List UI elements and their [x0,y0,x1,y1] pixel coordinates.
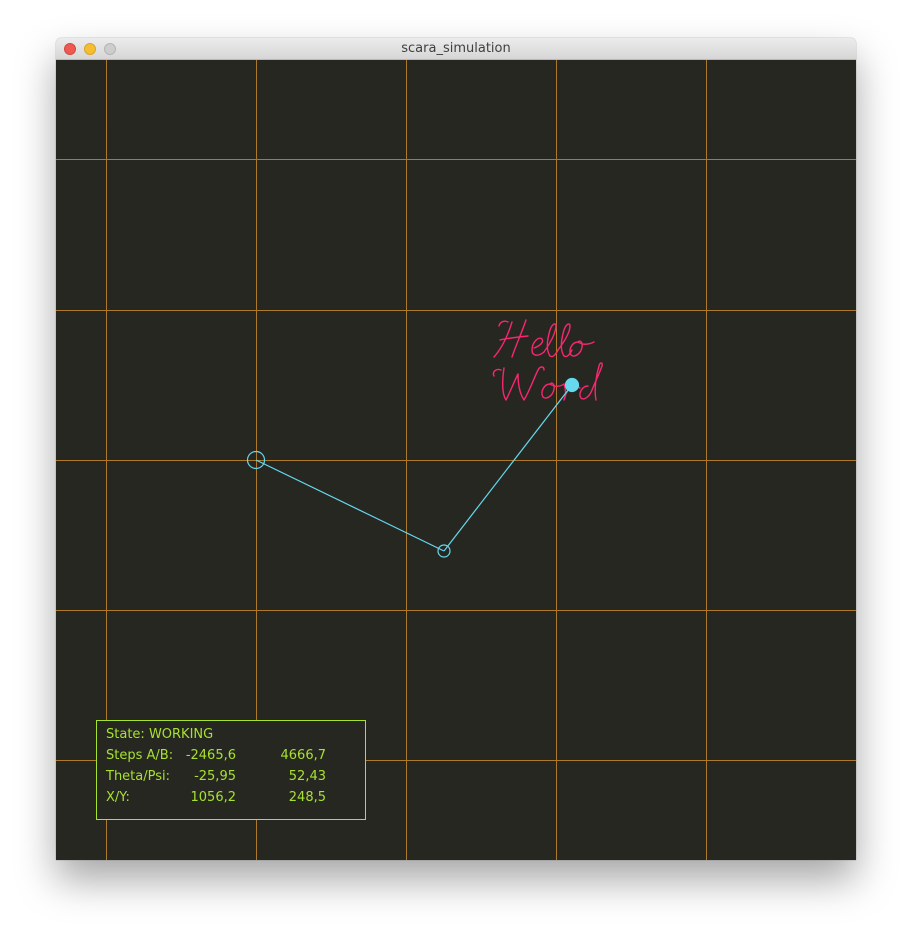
scara-arm [246,377,580,558]
state-row: State: WORKING [106,727,213,745]
simulation-canvas[interactable]: State: WORKING Steps A/B: -2465,6 4666,7… [56,60,856,860]
steps-label: Steps A/B: [106,748,174,763]
app-window: scara_simulation State: WORKING Steps A/… [56,38,856,860]
x-value: 1056,2 [190,790,237,805]
status-panel: State: WORKING Steps A/B: -2465,6 4666,7… [96,720,366,820]
y-value: 248,5 [288,790,326,805]
drawn-letter-h [493,319,529,358]
state-label: State: [106,727,149,742]
drawn-text [492,319,603,401]
pen-tip [564,377,580,393]
drawn-letter-o [569,340,595,357]
window-title: scara_simulation [401,41,511,56]
psi-value: 52,43 [288,769,326,784]
steps-a-value: -2465,6 [185,748,236,763]
drawn-letter-d [579,362,603,401]
xy-label: X/Y: [106,790,130,805]
angles-label: Theta/Psi: [106,769,170,784]
arm-link-lower [443,384,573,552]
theta-value: -25,95 [194,769,236,784]
title-bar[interactable]: scara_simulation [56,38,856,60]
state-value: WORKING [148,727,214,742]
drawn-letter-o2 [541,382,565,399]
steps-b-value: 4666,7 [280,748,327,763]
drawn-letter-w [492,366,545,401]
arm-link-upper [255,459,445,552]
drawn-letter-e [531,337,545,356]
drawn-letter-l1 [543,323,559,358]
